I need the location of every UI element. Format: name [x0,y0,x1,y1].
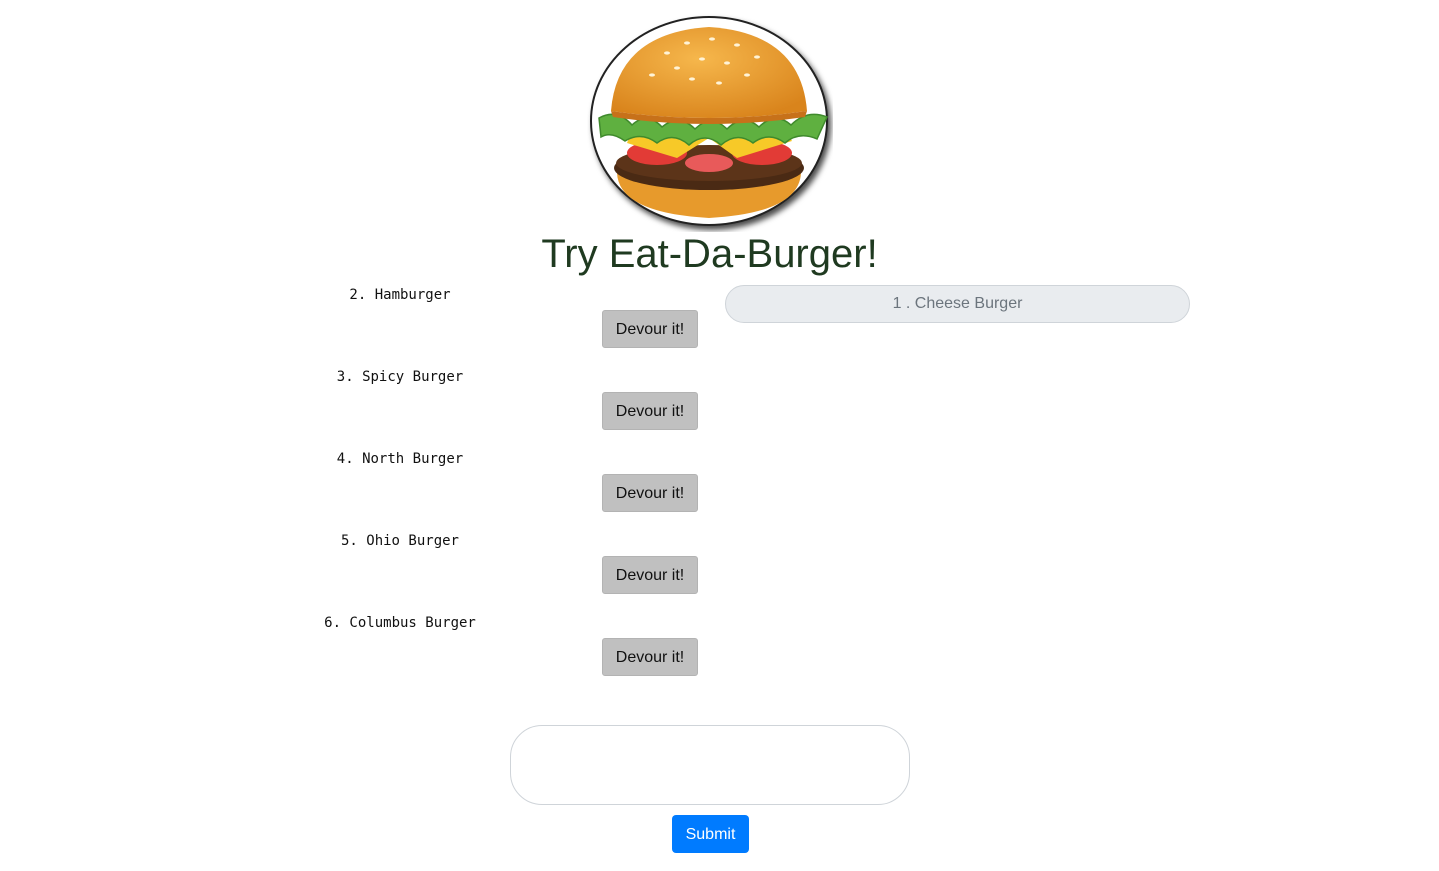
burger-name: 3. Spicy Burger [336,369,464,385]
burger-name: 5. Ohio Burger [340,533,459,549]
list-item: 6. Columbus Burger Devour it! [0,614,720,696]
available-burger-list: 2. Hamburger Devour it! 3. Spicy Burger … [0,0,720,700]
devour-button[interactable]: Devour it! [602,556,698,594]
list-item: 3. Spicy Burger Devour it! [0,368,720,450]
submit-button[interactable]: Submit [672,815,749,853]
burger-name: 4. North Burger [336,451,464,467]
devour-button[interactable]: Devour it! [602,474,698,512]
list-item: 5. Ohio Burger Devour it! [0,532,720,614]
burger-name: 6. Columbus Burger [324,615,476,631]
devour-button[interactable]: Devour it! [602,392,698,430]
burger-name-input[interactable] [510,725,910,805]
burger-name: 2. Hamburger [349,287,451,303]
devour-button[interactable]: Devour it! [602,310,698,348]
devoured-burger-item: 1 . Cheese Burger [725,285,1190,323]
list-item: 2. Hamburger Devour it! [0,286,720,368]
devour-button[interactable]: Devour it! [602,638,698,676]
list-item: 4. North Burger Devour it! [0,450,720,532]
